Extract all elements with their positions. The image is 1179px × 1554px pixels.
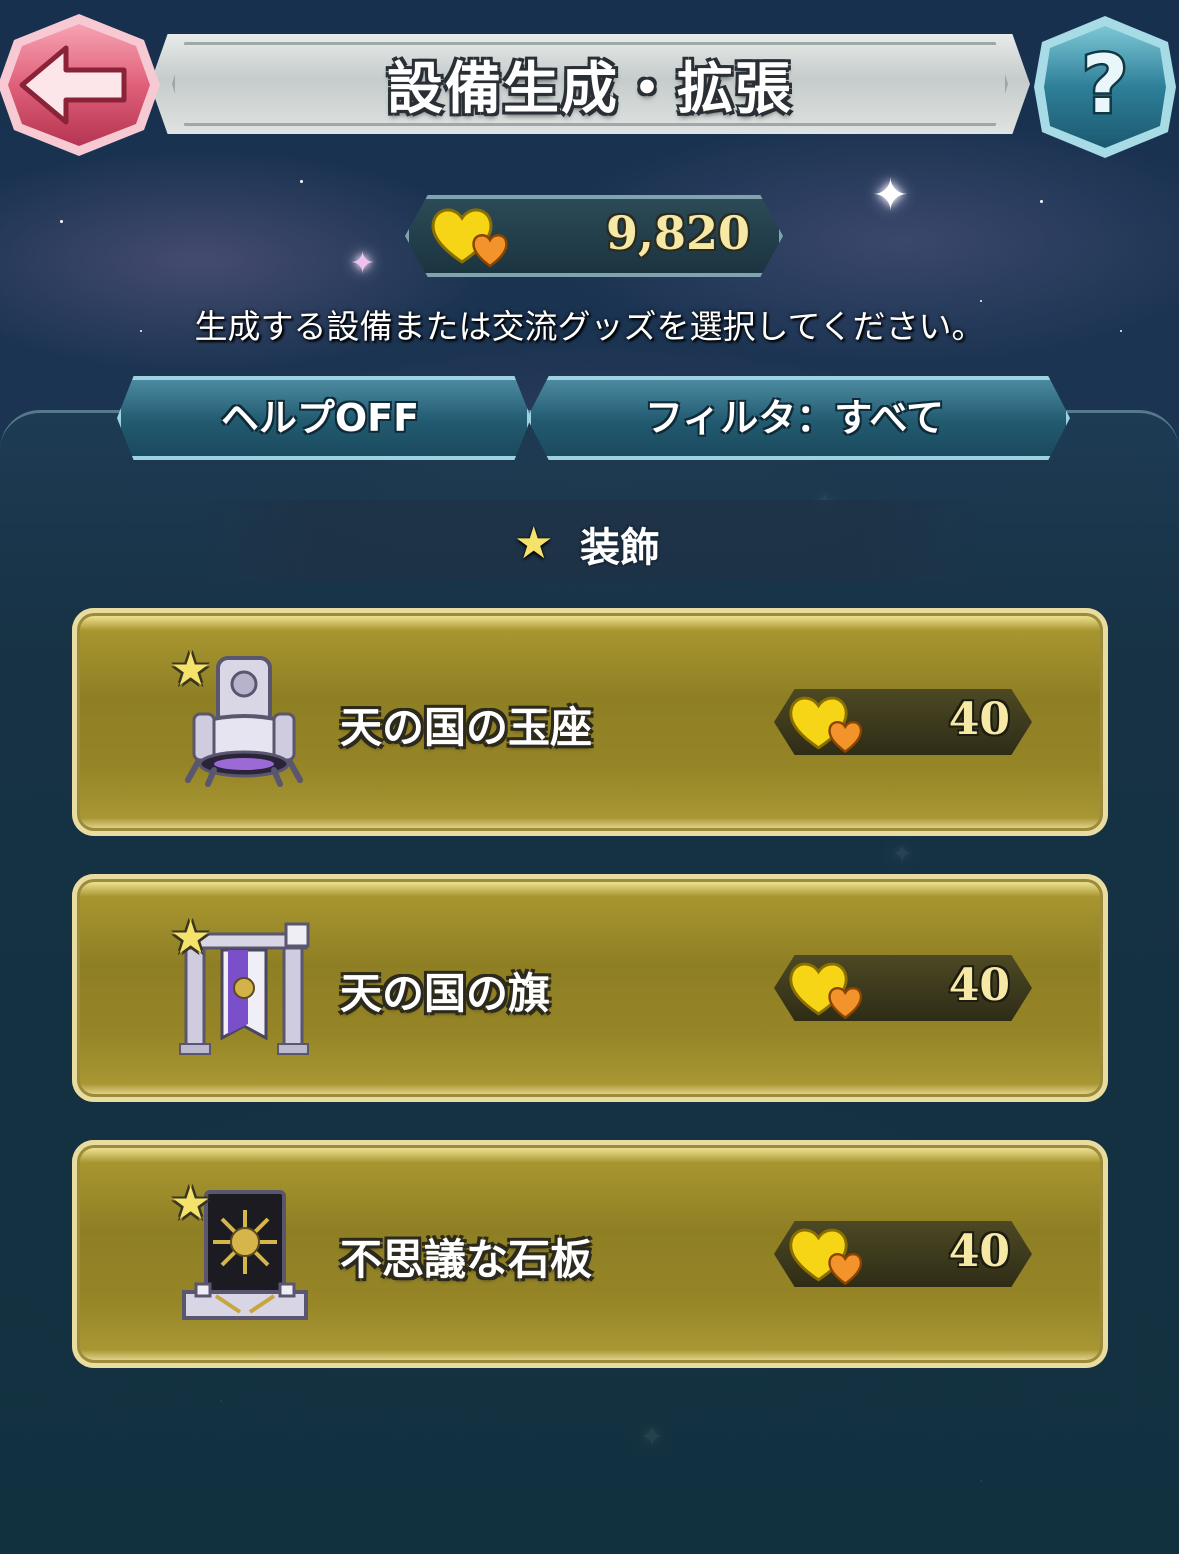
bg-sparkle: ✦ <box>350 246 376 281</box>
item-rarity-star-icon: ★ <box>170 910 212 964</box>
item-name: 不思議な石板 <box>340 1235 593 1284</box>
hearts-icon <box>789 962 863 1020</box>
star-icon: ★ <box>514 518 554 569</box>
question-mark-icon: ? <box>1034 16 1176 158</box>
filter-label: フィルタ：すべて <box>644 395 945 440</box>
hearts-icon <box>789 1228 863 1286</box>
item-price: 40 <box>948 960 1010 1011</box>
category-label: 装飾 <box>580 525 660 571</box>
item-rarity-star-icon: ★ <box>170 642 212 696</box>
back-button[interactable] <box>0 10 164 160</box>
hearts-icon <box>431 208 508 268</box>
bg-star <box>300 180 303 183</box>
item-name: 天の国の旗 <box>340 969 551 1018</box>
item-price: 40 <box>948 1226 1010 1277</box>
bg-star <box>60 220 63 223</box>
instruction-text: 生成する設備または交流グッズを選択してください。 <box>194 307 985 346</box>
help-toggle-label: ヘルプOFF <box>220 395 420 440</box>
item-rarity-star-icon: ★ <box>170 1176 212 1230</box>
back-arrow-icon <box>0 14 160 156</box>
bg-sparkle: ✦ <box>872 170 909 221</box>
hearts-icon <box>789 696 863 754</box>
bg-star <box>1040 200 1043 203</box>
item-price: 40 <box>948 694 1010 745</box>
currency-amount: 9,820 <box>605 206 750 260</box>
svg-text:?: ? <box>1082 38 1128 131</box>
help-button[interactable]: ? <box>1030 12 1179 162</box>
item-name: 天の国の玉座 <box>340 703 593 752</box>
page-title: 設備生成・拡張 <box>387 56 793 122</box>
